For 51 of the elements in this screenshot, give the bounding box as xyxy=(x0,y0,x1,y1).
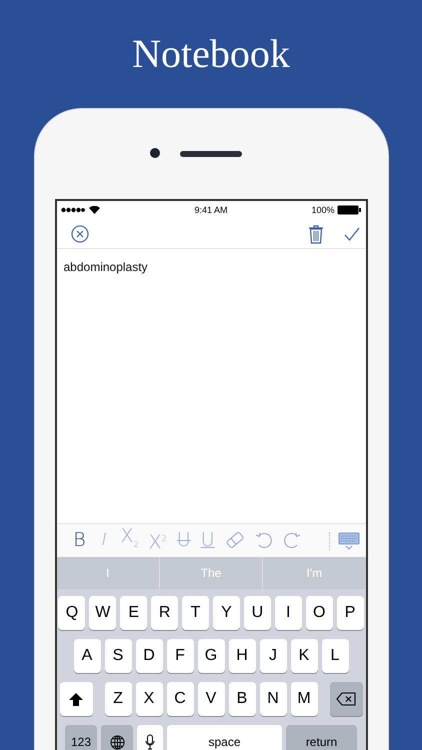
letter-key[interactable]: W xyxy=(89,596,116,630)
letter-key[interactable]: P xyxy=(336,596,364,630)
headline: Notebook xyxy=(132,30,290,78)
letter-key[interactable]: R xyxy=(151,596,178,630)
bold-button[interactable]: B xyxy=(72,529,86,552)
letter-key[interactable]: M xyxy=(290,682,318,716)
letter-key[interactable]: Y xyxy=(213,596,240,630)
letter-key[interactable]: T xyxy=(182,596,209,630)
battery-icon xyxy=(336,205,362,215)
letter-key[interactable]: L xyxy=(322,639,348,673)
wifi-icon xyxy=(88,206,100,214)
letter-key[interactable]: D xyxy=(136,639,162,673)
shift-arrow-icon xyxy=(69,692,83,706)
microphone-key[interactable] xyxy=(137,725,163,750)
letter-key[interactable]: H xyxy=(228,639,256,673)
letter-key[interactable]: C xyxy=(166,682,194,716)
signal-icon xyxy=(60,207,84,213)
cancel-button[interactable] xyxy=(70,224,88,242)
letter-key[interactable]: G xyxy=(198,639,224,673)
done-button[interactable] xyxy=(344,226,360,240)
letter-key[interactable]: O xyxy=(306,596,333,630)
globe-key[interactable] xyxy=(101,725,133,750)
letter-key[interactable]: F xyxy=(166,639,194,673)
letter-key[interactable]: A xyxy=(74,639,100,673)
letter-key[interactable]: E xyxy=(120,596,148,630)
globe-icon xyxy=(110,734,124,750)
letter-key[interactable]: J xyxy=(260,639,286,673)
letter-key[interactable]: Q xyxy=(58,596,86,630)
trash-button[interactable] xyxy=(308,224,324,244)
delete-key[interactable] xyxy=(330,682,362,716)
letter-key[interactable]: Z xyxy=(104,682,132,716)
numbers-key[interactable]: 123 xyxy=(65,725,97,750)
letter-key[interactable]: B xyxy=(228,682,256,716)
shift-key[interactable] xyxy=(60,682,92,716)
letter-key[interactable]: S xyxy=(104,639,132,673)
letter-key[interactable]: V xyxy=(198,682,224,716)
status-time: 9:41 AM xyxy=(194,205,228,215)
camera-icon xyxy=(150,148,160,158)
note-text[interactable]: abdominoplasty xyxy=(64,260,148,274)
microphone-icon xyxy=(145,734,155,750)
letter-key[interactable]: K xyxy=(290,639,318,673)
speaker-grille xyxy=(180,151,242,157)
battery-percent: 100% xyxy=(311,205,334,215)
letter-key[interactable]: U xyxy=(244,596,271,630)
space-key[interactable]: space xyxy=(167,725,282,750)
letter-key[interactable]: I xyxy=(274,596,302,630)
letter-key[interactable]: N xyxy=(260,682,286,716)
return-key[interactable]: return xyxy=(286,725,357,750)
letter-key[interactable]: X xyxy=(136,682,162,716)
hide-keyboard-button[interactable] xyxy=(328,532,360,550)
backspace-icon xyxy=(336,692,356,706)
